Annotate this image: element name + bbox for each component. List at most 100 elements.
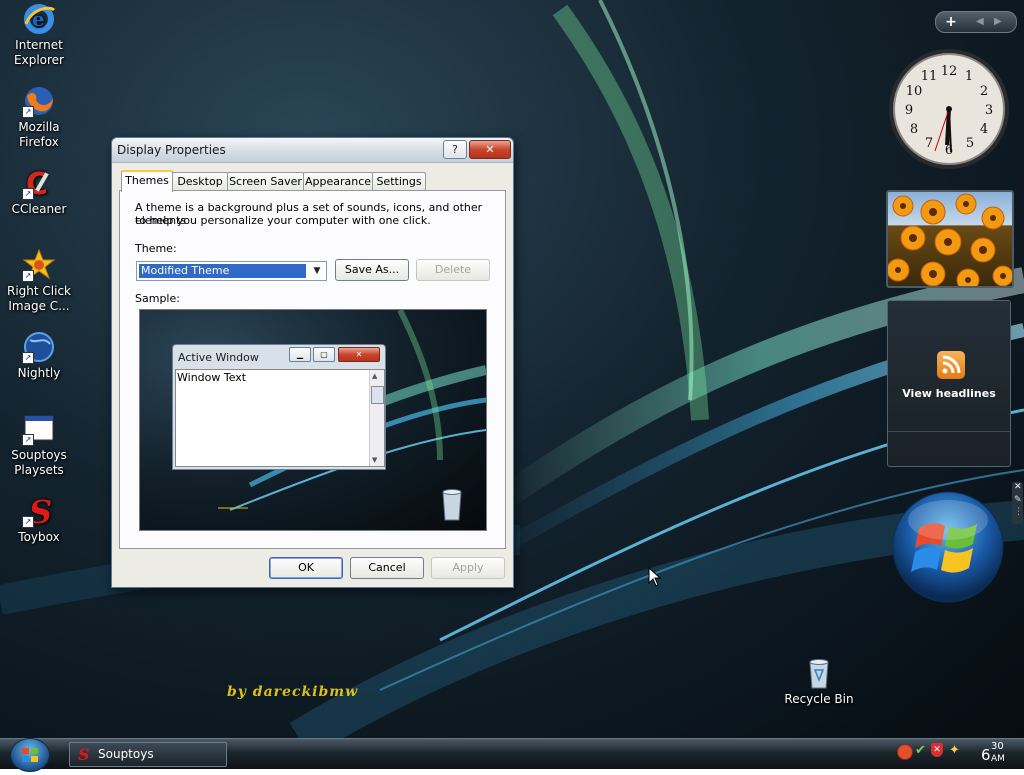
desktop-icon-recycle-bin[interactable]: Recycle Bin: [781, 656, 857, 707]
taskbar-item-souptoys[interactable]: S Souptoys: [69, 742, 227, 767]
help-button[interactable]: ?: [443, 140, 467, 159]
feed-headlines-gadget[interactable]: View headlines: [887, 300, 1011, 467]
svg-text:10: 10: [906, 84, 923, 99]
svg-text:8: 8: [910, 122, 918, 137]
sample-window-text: Window Text: [177, 371, 247, 384]
close-gadget-icon[interactable]: ✕: [1014, 482, 1022, 492]
clock-gadget[interactable]: 12 1 2 345 678 9 10 11: [887, 47, 1011, 175]
delete-button[interactable]: Delete: [416, 259, 490, 281]
ok-button[interactable]: OK: [269, 557, 343, 579]
close-button[interactable]: ✕: [469, 140, 511, 159]
theme-label: Theme:: [135, 242, 177, 255]
icon-label: Explorer: [14, 53, 64, 67]
icon-label: Firefox: [19, 135, 59, 149]
ccleaner-icon: C ↗: [22, 166, 56, 202]
sample-window-title: Active Window: [178, 351, 259, 364]
apply-button[interactable]: Apply: [431, 557, 505, 579]
svg-text:2: 2: [980, 84, 988, 99]
sample-scrollbar: ▲ ▼: [369, 370, 384, 466]
svg-text:11: 11: [921, 69, 938, 84]
view-headlines-link[interactable]: View headlines: [888, 387, 1010, 400]
desktop-icon-internet-explorer[interactable]: e Internet Explorer: [1, 2, 77, 68]
tab-desktop[interactable]: Desktop: [172, 172, 228, 190]
tab-appearance[interactable]: Appearance: [303, 172, 373, 190]
chevron-down-icon[interactable]: ▼: [309, 263, 325, 279]
desktop-icon-right-click-image[interactable]: ↗ Right Click Image C...: [1, 248, 77, 314]
taskbar-item-label: Souptoys: [98, 747, 154, 761]
save-as-button[interactable]: Save As...: [335, 259, 409, 281]
network-icon[interactable]: [897, 744, 913, 760]
watermark-text: by dareckibmw: [227, 684, 359, 700]
options-wrench-icon[interactable]: ✎: [1014, 495, 1022, 505]
icon-label: Nightly: [17, 366, 61, 380]
theme-dropdown-value: Modified Theme: [139, 264, 306, 278]
window-icon: ↗: [22, 412, 56, 446]
add-gadget-button[interactable]: +: [942, 12, 960, 32]
svg-text:4: 4: [980, 122, 988, 137]
svg-text:5: 5: [966, 136, 974, 151]
tab-settings[interactable]: Settings: [372, 172, 426, 190]
icon-label: Right Click: [6, 284, 71, 298]
tab-screen-saver[interactable]: Screen Saver: [227, 172, 304, 190]
icon-label: Playsets: [14, 463, 64, 477]
tab-themes[interactable]: Themes: [121, 170, 173, 192]
system-tray: ✔ ✕ ✦: [895, 743, 970, 765]
souptoys-s-icon: S ↗: [22, 493, 56, 531]
clock-ampm: AM: [991, 754, 1005, 764]
sample-label: Sample:: [135, 292, 180, 305]
icon-label: Recycle Bin: [784, 692, 854, 706]
clock-hour: 6: [981, 746, 991, 764]
icon-label: Souptoys: [11, 448, 67, 462]
maximize-icon: ▢: [313, 347, 335, 362]
next-page-icon[interactable]: ▶: [994, 12, 1002, 32]
sample-close-icon: ✕: [338, 347, 380, 362]
gear-star-icon: ↗: [22, 248, 56, 282]
dialog-title: Display Properties: [117, 143, 226, 157]
slideshow-gadget[interactable]: [886, 190, 1014, 288]
shield-icon[interactable]: ✕: [931, 743, 943, 757]
svg-text:7: 7: [925, 136, 933, 151]
previous-page-icon[interactable]: ◀: [976, 12, 984, 32]
recycle-bin-icon: [802, 656, 836, 690]
clock[interactable]: 6 30 AM: [978, 739, 1018, 769]
cancel-button[interactable]: Cancel: [350, 557, 424, 579]
icon-label: Internet: [15, 38, 63, 52]
start-button[interactable]: [10, 738, 50, 772]
sidebar-controls: + ◀ ▶: [935, 11, 1017, 33]
svg-text:3: 3: [985, 103, 993, 118]
taskbar: S Souptoys ✔ ✕ ✦ 6 30 AM: [0, 738, 1024, 772]
sample-active-window: Active Window ▁ ▢ ✕ Window Text ▲ ▼: [172, 344, 386, 470]
firefox-icon: ↗: [22, 84, 56, 118]
icon-label: CCleaner: [11, 202, 67, 216]
desktop-icon-firefox[interactable]: ↗ Mozilla Firefox: [1, 84, 77, 150]
svg-text:12: 12: [941, 64, 958, 79]
sample-window-body: Window Text ▲ ▼: [175, 369, 385, 467]
nightly-globe-icon: ↗: [22, 330, 56, 364]
gadget-tools: ✕ ✎ ⋮: [1012, 482, 1023, 524]
check-icon[interactable]: ✔: [915, 743, 926, 758]
internet-explorer-icon: e: [22, 2, 56, 36]
desktop-icon-ccleaner[interactable]: C ↗ CCleaner: [1, 166, 77, 217]
clock-minutes: 30: [991, 741, 1004, 752]
svg-text:1: 1: [965, 69, 973, 84]
wand-icon[interactable]: ✦: [949, 743, 960, 758]
windows-flag-icon: [22, 748, 38, 762]
desktop-icon-nightly[interactable]: ↗ Nightly: [1, 330, 77, 381]
desktop-icon-souptoys-playsets[interactable]: ↗ Souptoys Playsets: [1, 412, 77, 478]
sample-recycle-bin-icon: [442, 489, 462, 521]
icon-label: Toybox: [18, 530, 60, 544]
dialog-titlebar[interactable]: Display Properties ? ✕: [112, 138, 513, 163]
display-properties-dialog[interactable]: Display Properties ? ✕ Themes Desktop Sc…: [111, 137, 514, 588]
windows-logo-gadget: [891, 490, 1005, 608]
desktop-icon-toybox[interactable]: S ↗ Toybox: [1, 493, 77, 545]
svg-text:9: 9: [905, 103, 913, 118]
drag-handle-icon[interactable]: ⋮: [1014, 507, 1023, 517]
theme-dropdown[interactable]: Modified Theme ▼: [136, 261, 327, 281]
flowers-photo: [888, 193, 1012, 286]
description-text: to help you personalize your computer wi…: [135, 214, 431, 227]
desktop: e Internet Explorer ↗ Mozilla Firefox C …: [0, 0, 1024, 738]
icon-label: Mozilla: [18, 120, 60, 134]
rss-icon: [937, 351, 965, 379]
souptoys-s-icon: S: [78, 745, 90, 764]
icon-label: Image C...: [8, 299, 70, 313]
